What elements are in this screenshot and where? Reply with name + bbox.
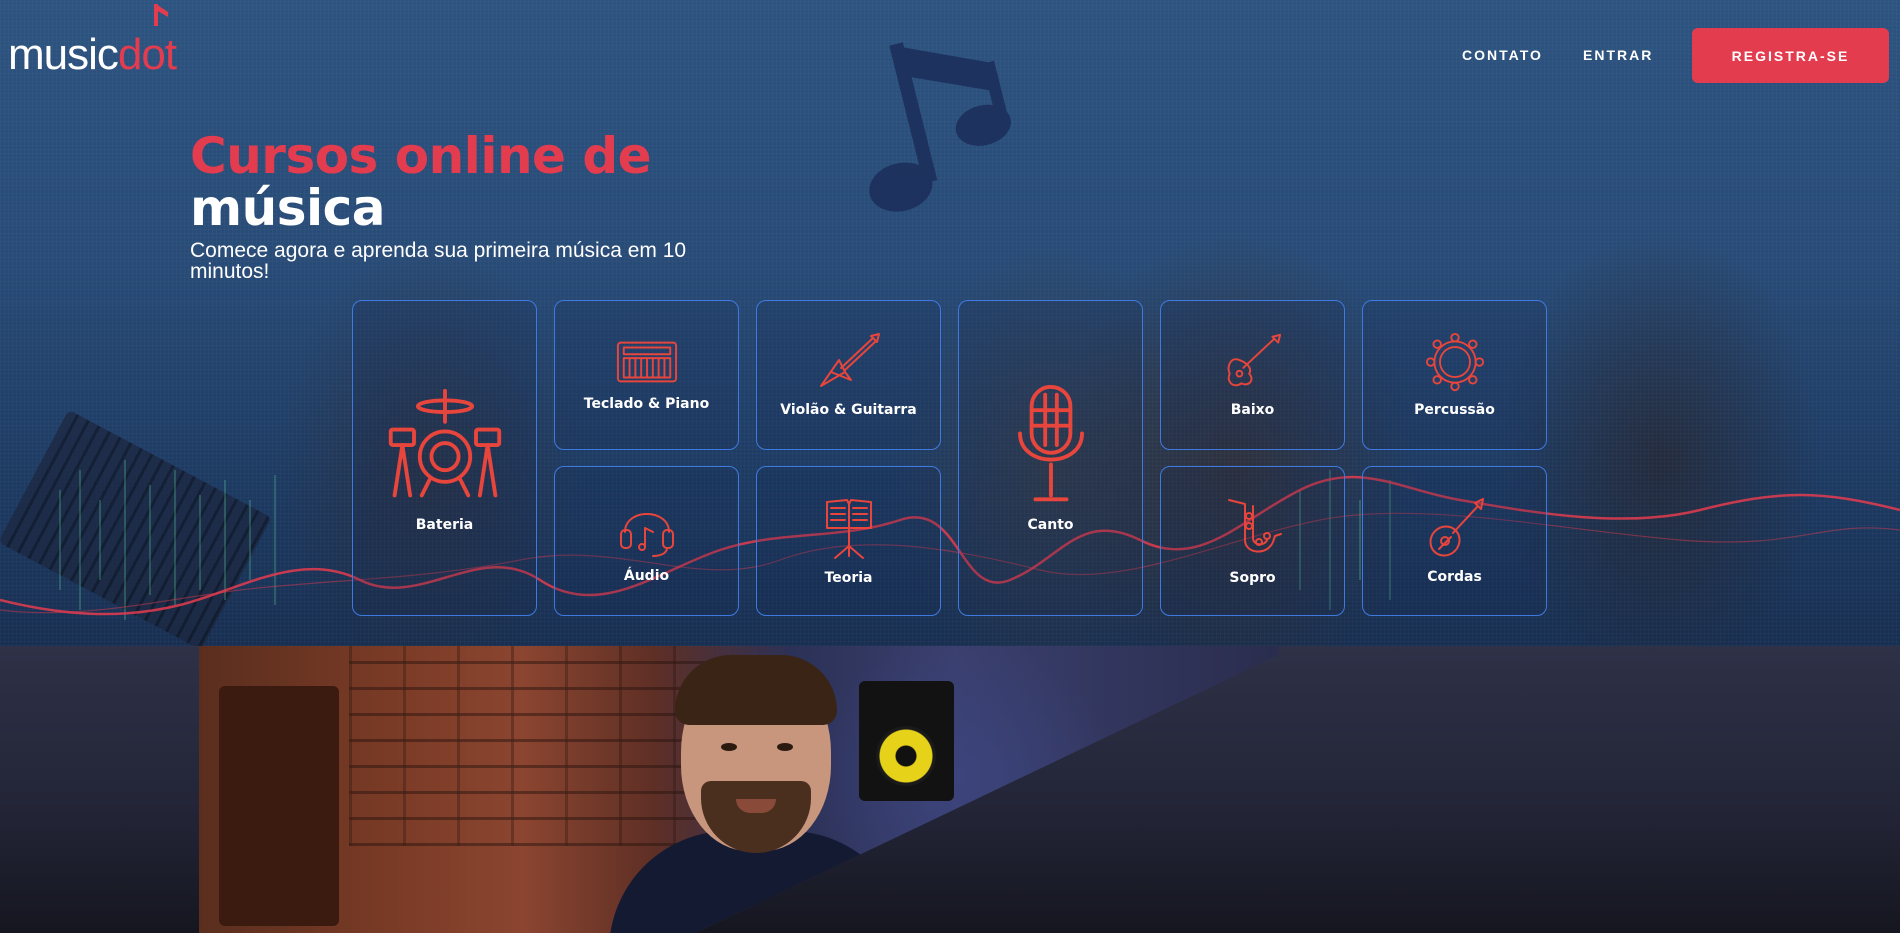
category-label: Bateria [415,517,474,533]
category-card-teoria[interactable]: Teoria [756,466,941,616]
category-card-bateria[interactable]: Bateria [352,300,537,616]
category-card-audio[interactable]: Áudio [554,466,739,616]
sound-wave-decoration [0,460,1900,620]
music-note-decoration [869,42,1011,212]
hero-subtitle: Comece agora e aprenda sua primeira músi… [190,239,687,283]
category-card-violao[interactable]: Violão & Guitarra [756,300,941,450]
mandolin-icon [1428,498,1484,557]
logo-text-music: music [8,30,119,79]
logo[interactable]: music dot [8,4,177,80]
nav-login-link[interactable]: ENTRAR [1583,47,1653,63]
category-label: Percussão [1414,402,1495,418]
logo-note-icon [153,4,168,26]
category-label: Violão & Guitarra [780,402,917,418]
music-stand-icon [825,499,872,559]
category-card-percussao[interactable]: Percussão [1362,300,1547,450]
hero-section: music dot CONTATO ENTRAR REGISTRA-SE Curs… [0,0,1900,646]
category-label: Teclado & Piano [583,396,710,412]
register-button[interactable]: REGISTRA-SE [1692,28,1889,83]
title-line-1: Cursos online de [190,127,652,185]
title-line-2: música [190,179,385,237]
drum-kit-icon [388,388,501,498]
logo-text-dot: dot [118,4,177,80]
saxophone-icon [1227,499,1282,553]
category-label: Canto [1027,517,1074,533]
category-card-sopro[interactable]: Sopro [1160,466,1345,616]
category-card-teclado[interactable]: Teclado & Piano [554,300,739,450]
bass-guitar-icon [1227,333,1281,387]
wooden-cabinet [219,686,339,926]
intro-video[interactable] [199,646,1279,933]
category-label: Teoria [824,570,873,586]
tambourine-icon [1425,332,1484,392]
category-label: Sopro [1229,570,1276,586]
category-card-canto[interactable]: Canto [958,300,1143,616]
category-card-cordas[interactable]: Cordas [1362,466,1547,616]
microphone-icon [1017,384,1084,502]
nav-contact-link[interactable]: CONTATO [1462,47,1543,63]
intro-video-section [0,646,1900,933]
category-label: Áudio [623,568,670,584]
instructor-person [609,655,909,933]
category-label: Cordas [1427,569,1482,585]
electric-guitar-icon [819,333,880,387]
category-card-baixo[interactable]: Baixo [1160,300,1345,450]
category-label: Baixo [1230,402,1275,418]
page-title: Cursos online de música [190,127,652,237]
keyboard-icon [616,341,677,383]
headphones-icon [619,513,674,557]
